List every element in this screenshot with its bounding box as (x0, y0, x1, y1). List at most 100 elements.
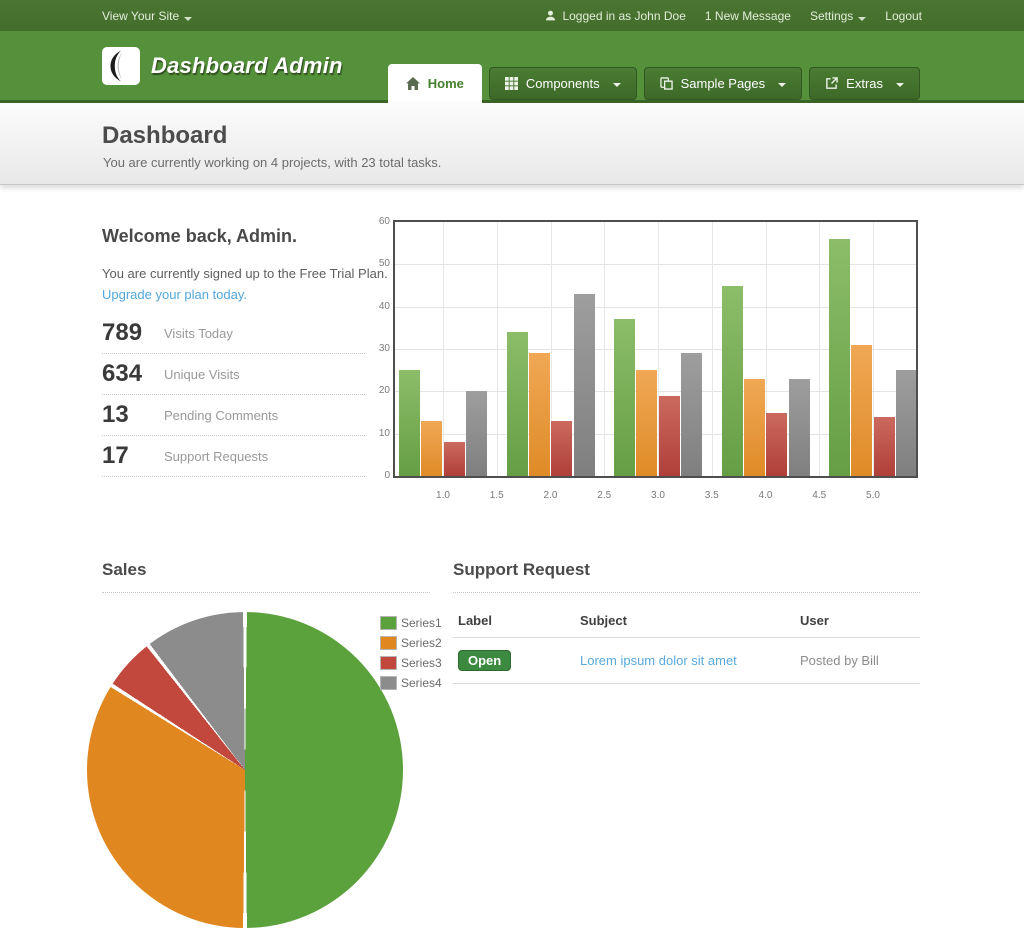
bar-series3-group4 (766, 413, 787, 477)
tab-home[interactable]: Home (388, 64, 482, 103)
gridline-v (819, 222, 820, 476)
x-axis-label: 3.5 (696, 490, 728, 501)
status-badge: Open (458, 650, 511, 671)
x-axis-label: 5.0 (857, 490, 889, 501)
bar-series3-group5 (874, 417, 895, 476)
tab-sample-pages[interactable]: Sample Pages (644, 67, 803, 100)
sales-divider (102, 592, 430, 593)
settings-menu[interactable]: Settings (810, 9, 866, 23)
extras-icon (825, 77, 838, 90)
settings-label: Settings (810, 9, 853, 23)
x-axis-label: 2.0 (535, 490, 567, 501)
x-axis-label: 1.5 (481, 490, 513, 501)
upgrade-plan-link[interactable]: Upgrade your plan today. (102, 287, 247, 302)
grid-icon (505, 77, 518, 90)
tab-label: Home (428, 76, 464, 91)
page-title: Dashboard (102, 122, 227, 150)
legend-swatch (380, 676, 397, 690)
logged-in-label: Logged in as John Doe (562, 9, 685, 23)
stat-value: 634 (102, 360, 164, 388)
chevron-down-icon (778, 83, 786, 87)
legend-item-series4: Series4 (380, 676, 442, 690)
x-axis-label: 2.5 (588, 490, 620, 501)
legend-label: Series1 (401, 616, 442, 630)
logout-link[interactable]: Logout (885, 9, 922, 23)
pages-icon (660, 77, 673, 90)
legend-item-series1: Series1 (380, 616, 442, 630)
brand-logo-icon (102, 47, 140, 85)
stat-label: Support Requests (164, 449, 268, 464)
bar-series4-group1 (466, 391, 487, 476)
legend-item-series3: Series3 (380, 656, 442, 670)
welcome-title: Welcome back, Admin. (102, 226, 392, 247)
bar-series1-group3 (614, 319, 635, 476)
x-axis-label: 3.0 (642, 490, 674, 501)
logged-in-status[interactable]: Logged in as John Doe (545, 9, 685, 23)
y-axis-label: 40 (375, 301, 390, 312)
label-cell: Open (453, 650, 575, 671)
gridline-v (443, 222, 444, 476)
legend-swatch (380, 636, 397, 650)
legend-label: Series4 (401, 676, 442, 690)
stat-label: Visits Today (164, 326, 233, 341)
stat-row: 17Support Requests (102, 436, 365, 477)
chevron-down-icon (184, 17, 192, 21)
bar-series3-group2 (551, 421, 572, 476)
nav-tabs: Home Components Sample Pages Extras (388, 64, 920, 103)
column-header-user: User (795, 613, 920, 628)
legend-swatch (380, 656, 397, 670)
support-title: Support Request (453, 560, 590, 580)
gridline-v (497, 222, 498, 476)
view-your-site-label: View Your Site (102, 9, 179, 23)
page-heading-band: Dashboard You are currently working on 4… (0, 103, 1024, 185)
y-axis-label: 20 (375, 385, 390, 396)
x-axis-label: 1.0 (427, 490, 459, 501)
bar-series1-group1 (399, 370, 420, 476)
bar-series3-group3 (659, 396, 680, 476)
bar-series1-group5 (829, 239, 850, 476)
bar-series2-group4 (744, 379, 765, 476)
support-table: LabelSubjectUser Open Lorem ipsum dolor si… (453, 603, 920, 684)
stat-label: Pending Comments (164, 408, 278, 423)
column-header-subject: Subject (575, 613, 795, 628)
stat-value: 13 (102, 401, 164, 429)
user-cell: Posted by Bill (795, 653, 920, 668)
topbar: View Your Site Logged in as John Doe 1 N… (0, 0, 1024, 32)
pie-legend: Series1 Series2 Series3 Series4 (380, 616, 442, 696)
chevron-down-icon (613, 83, 621, 87)
y-axis-label: 0 (375, 470, 390, 481)
column-header-label: Label (453, 613, 575, 628)
table-header-row: LabelSubjectUser (453, 603, 920, 638)
main-header: Dashboard Admin Home Components Sample Pag… (0, 31, 1024, 103)
new-message-link[interactable]: 1 New Message (705, 9, 791, 23)
bar-series2-group5 (851, 345, 872, 476)
y-axis-label: 30 (375, 343, 390, 354)
bar-series3-group1 (444, 442, 465, 476)
bar-series4-group5 (896, 370, 917, 476)
tab-extras[interactable]: Extras (809, 67, 920, 100)
brand[interactable]: Dashboard Admin (102, 47, 343, 85)
tab-label: Sample Pages (681, 76, 766, 91)
sales-title: Sales (102, 560, 146, 580)
tab-label: Extras (846, 76, 883, 91)
stat-value: 789 (102, 319, 164, 347)
bar-series4-group2 (574, 294, 595, 476)
tab-components[interactable]: Components (489, 67, 637, 100)
stat-label: Unique Visits (164, 367, 240, 382)
bar-series2-group3 (636, 370, 657, 476)
stat-row: 634Unique Visits (102, 354, 365, 395)
sales-pie-chart (87, 612, 403, 928)
bar-series2-group2 (529, 353, 550, 476)
tab-label: Components (526, 76, 600, 91)
subject-link[interactable]: Lorem ipsum dolor sit amet (580, 653, 737, 668)
bar-series4-group4 (789, 379, 810, 476)
gridline-v (604, 222, 605, 476)
bar-series2-group1 (421, 421, 442, 476)
chevron-down-icon (858, 17, 866, 21)
view-your-site-link[interactable]: View Your Site (102, 9, 192, 23)
welcome-text: You are currently signed up to the Free … (102, 266, 392, 281)
bar-series4-group3 (681, 353, 702, 476)
bar-chart-plot (393, 220, 918, 478)
legend-label: Series2 (401, 636, 442, 650)
legend-swatch (380, 616, 397, 630)
